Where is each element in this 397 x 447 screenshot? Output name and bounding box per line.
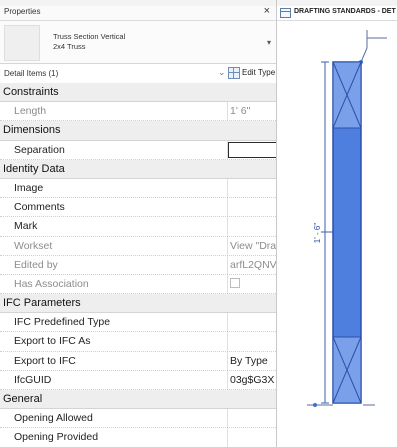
property-value-cell[interactable] [227,217,276,236]
property-label: IFC Predefined Type [14,316,111,329]
grip-bottom [313,403,317,407]
property-row: IfcGUID 03g$G3X [0,370,276,390]
type-name: 2x4 Truss [53,42,86,51]
property-value-cell: arfL2QNV [227,255,277,274]
category-label: General [3,393,43,405]
property-row: Length 1' 6" [0,102,276,122]
type-family-name: Truss Section Vertical [53,32,126,41]
edit-type-icon [228,67,240,79]
category-header[interactable]: Constraints [0,83,276,103]
property-row: Mark [0,217,276,237]
category-header[interactable]: IFC Parameters [0,294,276,314]
type-selector[interactable]: Truss Section Vertical 2x4 Truss ▾ [0,21,276,64]
property-label: Length [14,105,47,118]
category-label: IFC Parameters [3,297,81,310]
property-label: Mark [14,220,38,233]
property-label: Export to IFC As [14,335,91,348]
property-checkbox [230,277,240,288]
instance-filter-bar: Detail Items (1) ⌄ Edit Type [0,64,276,85]
property-label: Opening Provided [14,431,99,444]
property-row: Workset View "Dra [0,236,277,256]
property-row: Image [0,178,276,199]
edit-type-button[interactable]: Edit Type [228,66,276,80]
properties-grid: Constraints Length 1' 6" Dimensions Separati… [0,83,276,447]
property-value-cell[interactable] [227,140,276,159]
property-label: Workset [14,239,53,252]
property-value: 03g$G3X [230,373,275,386]
property-value-cell[interactable] [227,428,276,447]
property-row: Opening Provided [0,428,276,447]
property-value: arfL2QNV [230,258,277,271]
leader-diag-top [360,47,368,63]
property-value: 1' 6" [230,105,251,118]
category-header[interactable]: Dimensions [0,121,276,141]
type-dropdown-icon[interactable]: ▾ [267,38,271,47]
property-row: Export to IFC By Type [0,351,276,371]
property-row: Edited by arfL2QNV [0,255,277,275]
property-value-input[interactable] [228,141,276,158]
property-label: Comments [14,201,65,214]
properties-panel: Properties × Truss Section Vertical 2x4 … [0,0,277,447]
property-value-cell[interactable] [227,198,276,217]
filter-dropdown-icon[interactable]: ⌄ [218,67,226,78]
property-label: Edited by [14,258,58,271]
close-icon[interactable]: × [264,5,270,17]
property-value-cell: View "Dra [227,236,277,255]
category-header[interactable]: Identity Data [0,159,276,179]
property-row: Has Association [0,274,276,295]
category-header[interactable]: General [0,390,276,410]
property-row: IFC Predefined Type [0,313,276,333]
properties-title: Properties [4,7,41,16]
property-value-cell[interactable] [227,409,276,428]
property-row: Opening Allowed [0,409,276,429]
property-value: By Type [230,354,268,367]
type-preview-thumbnail [4,25,40,61]
properties-titlebar: Properties × [0,5,276,21]
property-label: Separation [14,143,65,156]
property-label: Has Association [14,277,89,290]
property-label: Image [14,181,44,194]
property-row: Separation [0,140,276,160]
property-value-cell[interactable]: 03g$G3X [227,370,276,389]
property-label: Opening Allowed [14,412,93,425]
property-label: Export to IFC [14,354,76,367]
drafting-canvas[interactable]: 1' - 6" [277,0,397,447]
property-value-cell[interactable]: By Type [227,351,276,370]
instance-filter-selection[interactable]: Detail Items (1) [4,69,58,78]
edit-type-label: Edit Type [242,68,276,77]
property-value-cell[interactable] [227,313,276,332]
property-value-cell: 1' 6" [227,102,276,121]
property-label: IfcGUID [14,373,52,386]
dimension-label[interactable]: 1' - 6" [313,223,322,244]
drafting-view: DRAFTING STANDARDS - DET 1' - 6" [277,0,397,447]
property-row: Comments [0,198,276,218]
property-value-cell[interactable] [227,332,276,351]
property-value-cell[interactable] [227,178,276,198]
category-label: Dimensions [3,124,61,137]
category-label: Identity Data [3,162,65,175]
property-value: View "Dra [230,239,277,252]
property-value-cell [227,274,276,294]
property-row: Export to IFC As [0,332,276,352]
category-label: Constraints [3,86,59,98]
